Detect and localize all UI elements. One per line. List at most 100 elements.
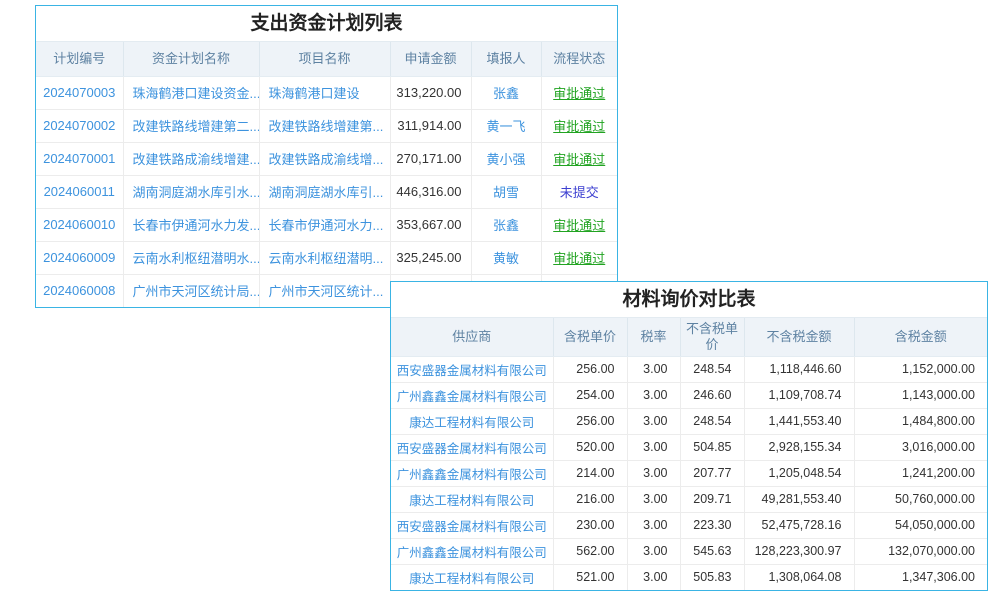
plan-id-link[interactable]: 2024070002 <box>36 109 123 142</box>
material-quote-table-card: 材料询价对比表 供应商含税单价税率不含税单价不含税金额含税金额 西安盛器金属材料… <box>390 281 988 591</box>
supplier-link[interactable]: 广州鑫鑫金属材料有限公司 <box>391 460 553 486</box>
supplier-link[interactable]: 西安盛器金属材料有限公司 <box>391 356 553 382</box>
tax-rate-cell: 3.00 <box>627 434 680 460</box>
material-quote-table: 供应商含税单价税率不含税单价不含税金额含税金额 西安盛器金属材料有限公司256.… <box>391 318 987 590</box>
tax-excl-amount-cell: 1,118,446.60 <box>744 356 854 382</box>
tax-excl-amount-cell: 1,308,064.08 <box>744 564 854 590</box>
tax-incl-unit-price-cell: 254.00 <box>553 382 627 408</box>
reporter-link[interactable]: 张鑫 <box>471 208 541 241</box>
quote-table-row: 广州鑫鑫金属材料有限公司562.003.00545.63128,223,300.… <box>391 538 987 564</box>
workflow-status-badge[interactable]: 审批通过 <box>541 241 617 274</box>
project-name-link[interactable]: 改建铁路线增建第... <box>259 109 390 142</box>
plan-name-link[interactable]: 广州市天河区统计局... <box>123 274 259 307</box>
column-header-5: 含税金额 <box>854 318 987 356</box>
quote-table-row: 西安盛器金属材料有限公司520.003.00504.852,928,155.34… <box>391 434 987 460</box>
plan-name-link[interactable]: 云南水利枢纽潜明水... <box>123 241 259 274</box>
tax-excl-unit-price-cell: 504.85 <box>680 434 744 460</box>
quote-table-row: 康达工程材料有限公司216.003.00209.7149,281,553.405… <box>391 486 987 512</box>
tax-incl-unit-price-cell: 256.00 <box>553 356 627 382</box>
column-header-0: 供应商 <box>391 318 553 356</box>
quote-table-row: 西安盛器金属材料有限公司230.003.00223.3052,475,728.1… <box>391 512 987 538</box>
workflow-status-badge[interactable]: 审批通过 <box>541 76 617 109</box>
material-quote-table-title: 材料询价对比表 <box>391 282 987 318</box>
reporter-link[interactable]: 黄一飞 <box>471 109 541 142</box>
project-name-link[interactable]: 改建铁路成渝线增... <box>259 142 390 175</box>
project-name-link[interactable]: 云南水利枢纽潜明... <box>259 241 390 274</box>
column-header-5: 流程状态 <box>541 42 617 76</box>
reporter-link[interactable]: 张鑫 <box>471 76 541 109</box>
request-amount-cell: 446,316.00 <box>390 175 471 208</box>
request-amount-cell: 353,667.00 <box>390 208 471 241</box>
plan-id-link[interactable]: 2024060008 <box>36 274 123 307</box>
supplier-link[interactable]: 康达工程材料有限公司 <box>391 408 553 434</box>
tax-rate-cell: 3.00 <box>627 564 680 590</box>
supplier-link[interactable]: 广州鑫鑫金属材料有限公司 <box>391 382 553 408</box>
project-name-link[interactable]: 广州市天河区统计... <box>259 274 390 307</box>
plan-table-row: 2024060011湖南洞庭湖水库引水...湖南洞庭湖水库引...446,316… <box>36 175 617 208</box>
workflow-status-badge[interactable]: 审批通过 <box>541 142 617 175</box>
column-header-2: 项目名称 <box>259 42 390 76</box>
plan-table-row: 2024070001改建铁路成渝线增建...改建铁路成渝线增...270,171… <box>36 142 617 175</box>
request-amount-cell: 270,171.00 <box>390 142 471 175</box>
quote-table-row: 康达工程材料有限公司521.003.00505.831,308,064.081,… <box>391 564 987 590</box>
tax-incl-amount-cell: 1,152,000.00 <box>854 356 987 382</box>
tax-rate-cell: 3.00 <box>627 382 680 408</box>
column-header-1: 资金计划名称 <box>123 42 259 76</box>
tax-excl-unit-price-cell: 209.71 <box>680 486 744 512</box>
plan-name-link[interactable]: 改建铁路成渝线增建... <box>123 142 259 175</box>
request-amount-cell: 325,245.00 <box>390 241 471 274</box>
supplier-link[interactable]: 广州鑫鑫金属材料有限公司 <box>391 538 553 564</box>
workflow-status-badge[interactable]: 未提交 <box>541 175 617 208</box>
supplier-link[interactable]: 康达工程材料有限公司 <box>391 564 553 590</box>
quote-table-row: 西安盛器金属材料有限公司256.003.00248.541,118,446.60… <box>391 356 987 382</box>
tax-incl-unit-price-cell: 216.00 <box>553 486 627 512</box>
quote-table-row: 广州鑫鑫金属材料有限公司254.003.00246.601,109,708.74… <box>391 382 987 408</box>
column-header-3: 不含税单价 <box>680 318 744 356</box>
tax-incl-unit-price-cell: 214.00 <box>553 460 627 486</box>
supplier-link[interactable]: 西安盛器金属材料有限公司 <box>391 512 553 538</box>
expenditure-plan-table-card: 支出资金计划列表 计划编号资金计划名称项目名称申请金额填报人流程状态 20240… <box>35 5 618 308</box>
project-name-link[interactable]: 珠海鹤港口建设 <box>259 76 390 109</box>
plan-name-link[interactable]: 长春市伊通河水力发... <box>123 208 259 241</box>
tax-excl-amount-cell: 1,109,708.74 <box>744 382 854 408</box>
tax-excl-amount-cell: 2,928,155.34 <box>744 434 854 460</box>
plan-name-link[interactable]: 珠海鹤港口建设资金... <box>123 76 259 109</box>
request-amount-cell: 313,220.00 <box>390 76 471 109</box>
tax-incl-unit-price-cell: 562.00 <box>553 538 627 564</box>
workflow-status-badge[interactable]: 审批通过 <box>541 109 617 142</box>
supplier-link[interactable]: 康达工程材料有限公司 <box>391 486 553 512</box>
project-name-link[interactable]: 长春市伊通河水力... <box>259 208 390 241</box>
column-header-4: 填报人 <box>471 42 541 76</box>
tax-incl-unit-price-cell: 256.00 <box>553 408 627 434</box>
plan-table-row: 2024060009云南水利枢纽潜明水...云南水利枢纽潜明...325,245… <box>36 241 617 274</box>
tax-incl-amount-cell: 50,760,000.00 <box>854 486 987 512</box>
plan-name-link[interactable]: 湖南洞庭湖水库引水... <box>123 175 259 208</box>
tax-excl-unit-price-cell: 248.54 <box>680 356 744 382</box>
reporter-link[interactable]: 胡雪 <box>471 175 541 208</box>
plan-name-link[interactable]: 改建铁路线增建第二... <box>123 109 259 142</box>
quote-table-row: 广州鑫鑫金属材料有限公司214.003.00207.771,205,048.54… <box>391 460 987 486</box>
project-name-link[interactable]: 湖南洞庭湖水库引... <box>259 175 390 208</box>
reporter-link[interactable]: 黄小强 <box>471 142 541 175</box>
supplier-link[interactable]: 西安盛器金属材料有限公司 <box>391 434 553 460</box>
request-amount-cell: 311,914.00 <box>390 109 471 142</box>
workflow-status-badge[interactable]: 审批通过 <box>541 208 617 241</box>
tax-incl-amount-cell: 1,241,200.00 <box>854 460 987 486</box>
tax-incl-amount-cell: 1,484,800.00 <box>854 408 987 434</box>
tax-incl-amount-cell: 1,143,000.00 <box>854 382 987 408</box>
plan-id-link[interactable]: 2024060010 <box>36 208 123 241</box>
plan-id-link[interactable]: 2024060009 <box>36 241 123 274</box>
column-header-2: 税率 <box>627 318 680 356</box>
tax-excl-unit-price-cell: 505.83 <box>680 564 744 590</box>
reporter-link[interactable]: 黄敏 <box>471 241 541 274</box>
plan-id-link[interactable]: 2024060011 <box>36 175 123 208</box>
tax-incl-unit-price-cell: 521.00 <box>553 564 627 590</box>
plan-table-row: 2024070002改建铁路线增建第二...改建铁路线增建第...311,914… <box>36 109 617 142</box>
tax-excl-unit-price-cell: 246.60 <box>680 382 744 408</box>
tax-rate-cell: 3.00 <box>627 356 680 382</box>
tax-incl-unit-price-cell: 520.00 <box>553 434 627 460</box>
tax-excl-amount-cell: 128,223,300.97 <box>744 538 854 564</box>
plan-id-link[interactable]: 2024070001 <box>36 142 123 175</box>
column-header-3: 申请金额 <box>390 42 471 76</box>
plan-id-link[interactable]: 2024070003 <box>36 76 123 109</box>
